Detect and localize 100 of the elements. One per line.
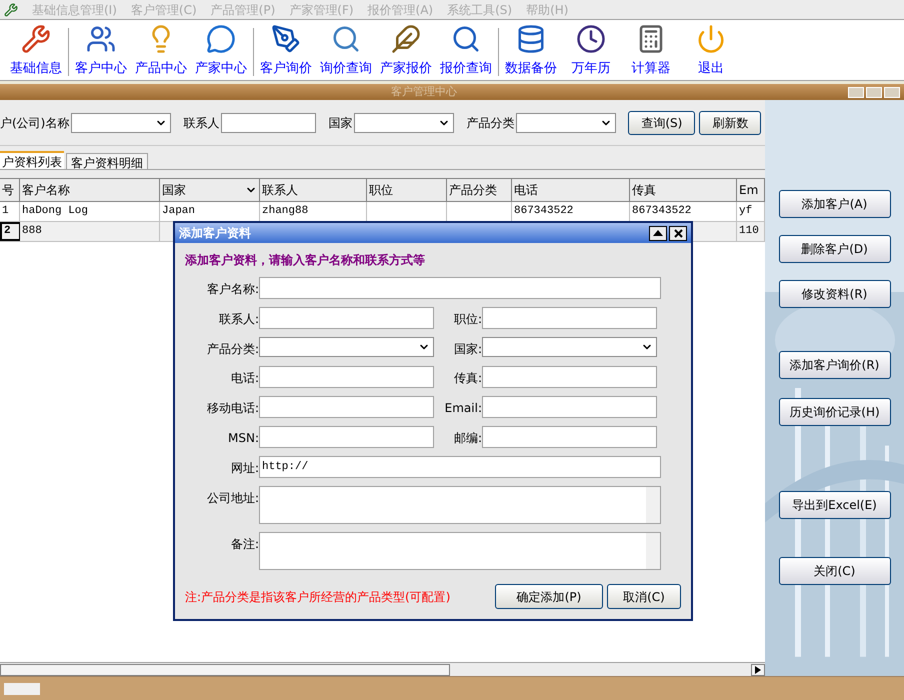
filter-label: 产品分类 (466, 114, 514, 132)
text-area[interactable] (259, 486, 661, 524)
filter-label: 联系人 (183, 114, 220, 132)
scrollbar[interactable] (646, 487, 660, 523)
pen-icon (271, 24, 301, 54)
column-header[interactable]: 传真 (630, 179, 737, 201)
column-header[interactable]: 产品分类 (447, 179, 512, 201)
column-header[interactable]: 客户名称 (20, 179, 160, 201)
field-label: 传真: (452, 370, 482, 387)
chat-icon (206, 24, 236, 54)
action-button[interactable]: 修改资料(R) (778, 280, 890, 308)
table-cell-text: 867343522 (514, 204, 574, 220)
dialog-hint: 添加客户资料，请输入客户名称和联系方式等 (185, 252, 426, 269)
toolbar-button[interactable]: 退出 (681, 24, 741, 80)
tab[interactable]: 户资料列表 (0, 151, 64, 169)
maximize-button[interactable] (866, 86, 882, 98)
window-title: 客户管理中心 (390, 84, 458, 100)
close-button[interactable] (669, 226, 687, 240)
database-icon (516, 24, 546, 54)
table-cell-text: Japan (162, 204, 196, 220)
arrow-right-icon (755, 666, 761, 674)
toolbar-button[interactable]: 计算器 (621, 24, 681, 80)
dropdown-field[interactable] (259, 337, 434, 357)
toolbar-button[interactable]: 万年历 (561, 24, 621, 80)
input-field[interactable] (482, 396, 657, 418)
search-button[interactable]: 查询(S) (628, 110, 696, 134)
column-header[interactable]: 电话 (512, 179, 630, 201)
scroll-right-button[interactable] (751, 664, 765, 676)
power-icon (696, 24, 726, 54)
input-field[interactable] (482, 307, 657, 329)
toolbar-button[interactable]: 产家中心 (191, 24, 251, 80)
filter-dropdown[interactable] (71, 112, 172, 132)
dialog-button[interactable]: 确定添加(P) (495, 584, 603, 609)
input-field[interactable] (482, 366, 657, 388)
table-cell-text: 110 (739, 224, 759, 240)
filter-dropdown[interactable] (516, 112, 616, 132)
field-label: 客户名称: (206, 281, 259, 298)
status-bar-handle (4, 682, 40, 694)
dropdown-field[interactable] (482, 337, 657, 357)
toolbar-button[interactable]: 产家报价 (376, 24, 436, 80)
filter-label: 国家 (328, 114, 352, 132)
input-field[interactable] (259, 307, 434, 329)
table-cell-text: 867343522 (632, 204, 692, 220)
toolbar-button[interactable]: 询价查询 (316, 24, 376, 80)
scrollbar-thumb[interactable] (0, 664, 450, 676)
dialog-button[interactable]: 取消(C) (607, 584, 681, 609)
search-icon (331, 24, 361, 54)
quill-icon (391, 24, 421, 54)
toolbar-button[interactable]: 客户询价 (256, 24, 316, 80)
input-field[interactable] (259, 396, 434, 418)
field-label: 网址: (230, 460, 259, 477)
app-icon (4, 2, 18, 16)
scrollbar[interactable] (646, 533, 660, 569)
toolbar-button[interactable]: 产品中心 (131, 24, 191, 80)
table-cell-text: yf (739, 204, 752, 220)
search-button[interactable]: 刷新数 (699, 110, 762, 134)
input-field[interactable] (259, 426, 434, 448)
collapse-button[interactable] (649, 226, 667, 240)
toolbar-button[interactable]: 客户中心 (71, 24, 131, 80)
column-header[interactable]: 号 (0, 179, 20, 201)
input-field[interactable] (259, 277, 661, 299)
toolbar-button[interactable]: 基础信息 (6, 24, 66, 80)
field-label: 备注: (230, 536, 259, 553)
field-label: 国家: (452, 341, 482, 358)
tab[interactable]: 客户资料明细 (66, 153, 148, 169)
field-label: Email: (444, 400, 482, 417)
toolbar-button[interactable]: 报价查询 (436, 24, 496, 80)
input-field[interactable] (482, 426, 657, 448)
field-label: 联系人: (218, 311, 259, 328)
action-button[interactable]: 导出到Excel(E) (778, 491, 890, 519)
field-label: 公司地址: (206, 490, 259, 507)
action-button[interactable]: 关闭(C) (778, 557, 890, 585)
table-cell-text: 1 (2, 204, 9, 220)
column-header[interactable]: 国家 (160, 179, 260, 201)
input-field[interactable]: http:// (259, 456, 661, 478)
table-cell-text: 888 (22, 224, 42, 240)
people-icon (86, 24, 116, 54)
field-label: 电话: (230, 370, 259, 387)
note-text: 注:产品分类是指该客户所经营的产品类型(可配置) (185, 588, 452, 606)
field-label: 职位: (452, 311, 482, 328)
dialog-title: 添加客户资料 (179, 225, 251, 242)
clock-icon (576, 24, 606, 54)
wrench-icon (21, 24, 51, 54)
column-header[interactable]: 联系人 (260, 179, 367, 201)
toolbar-button[interactable]: 数据备份 (501, 24, 561, 80)
column-header[interactable]: 职位 (367, 179, 447, 201)
text-area[interactable] (259, 532, 661, 570)
table-cell: 2 (4, 224, 11, 239)
filter-field[interactable] (221, 112, 316, 132)
action-button[interactable]: 历史询价记录(H) (778, 398, 890, 426)
input-field[interactable] (259, 366, 434, 388)
filter-label: 户(公司)名称 (0, 114, 70, 132)
action-button[interactable]: 删除客户(D) (778, 235, 890, 263)
filter-dropdown[interactable] (354, 112, 454, 132)
action-button[interactable]: 添加客户询价(R) (778, 351, 890, 379)
action-button[interactable]: 添加客户(A) (778, 190, 890, 218)
minimize-button[interactable] (848, 86, 864, 98)
field-label: 产品分类: (206, 341, 259, 358)
field-label: 移动电话: (206, 400, 259, 417)
field-label: MSN: (227, 430, 259, 447)
